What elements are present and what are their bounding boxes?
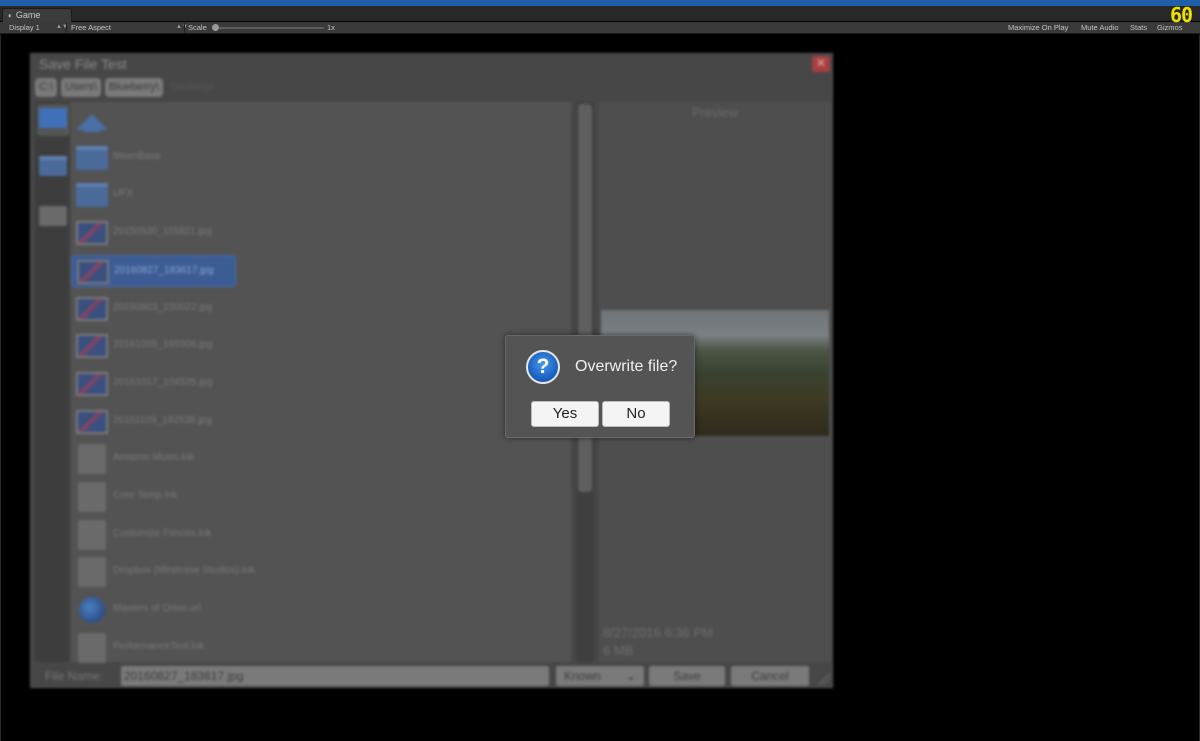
shortcut-file-icon — [78, 633, 106, 663]
list-item-label: 20161109_182638.jpg — [113, 415, 212, 426]
breadcrumb-c[interactable]: C:\ — [35, 78, 58, 97]
scale-value: 1x — [327, 23, 335, 32]
list-item-label: MeenBase — [113, 151, 161, 162]
shortcut-file-icon — [78, 520, 106, 550]
list-item[interactable]: 20160827_183617.jpg — [71, 255, 236, 287]
file-filter-value: Known — [564, 669, 601, 683]
close-button[interactable]: ✕ — [812, 56, 830, 72]
display-dropdown[interactable]: Display 1 — [9, 22, 40, 33]
image-file-icon — [77, 260, 109, 284]
question-icon: ? — [526, 350, 560, 384]
image-file-icon — [76, 221, 108, 245]
preview-size: 6 MB — [603, 643, 634, 658]
game-tab-icon: ◐ — [8, 11, 13, 20]
list-item[interactable]: UFX — [71, 179, 236, 211]
breadcrumb-users[interactable]: Users\ — [61, 78, 101, 97]
folder-icon — [39, 156, 67, 176]
list-item[interactable]: 20161005_165506.jpg — [71, 330, 236, 362]
list-item-label: 20150530_115821.jpg — [113, 226, 212, 237]
list-item-label: Masters of Orion.url — [113, 603, 201, 614]
toolbar-divider — [66, 23, 67, 33]
list-item-label: 20161005_165506.jpg — [113, 339, 213, 350]
list-item-label: PerformanceTest.lnk — [113, 641, 205, 652]
aspect-chevron-icon: ▲▼ — [176, 24, 188, 30]
game-tab-label: Game — [15, 10, 41, 20]
no-button[interactable]: No — [602, 401, 670, 427]
desktop-icon — [39, 108, 67, 128]
shortcut-file-icon — [78, 482, 106, 512]
preview-label: Preview — [691, 105, 739, 120]
preview-info: 8/27/2016 6:36 PM 6 MB — [603, 624, 713, 660]
breadcrumb: C:\ Users\ Blueberry\ Desktop\ — [35, 78, 222, 98]
resize-grip-icon[interactable] — [816, 671, 830, 685]
scale-label: Scale — [188, 23, 207, 32]
aspect-dropdown[interactable]: Free Aspect — [71, 22, 111, 33]
file-name-label: File Name: — [45, 669, 104, 683]
list-item[interactable]: Customize Fences.lnk — [71, 519, 236, 551]
up-arrow-icon — [76, 106, 108, 130]
fps-counter: 60 — [1170, 3, 1193, 27]
globe-icon — [79, 597, 105, 623]
overwrite-modal: ? Overwrite file? Yes No — [505, 335, 695, 438]
list-item[interactable]: Dropbox (Mindcase Studios).lnk — [71, 556, 255, 588]
image-file-icon — [76, 410, 108, 434]
list-item-label: Customize Fences.lnk — [113, 528, 212, 539]
list-item-label: 20161017_104525.jpg — [113, 377, 213, 388]
save-file-dialog: Save File Test ✕ C:\ Users\ Blueberry\ D… — [30, 53, 833, 688]
list-item[interactable]: PerformanceTest.lnk — [71, 632, 236, 664]
scale-slider-track[interactable] — [214, 27, 324, 29]
sidebar-item-drive[interactable] — [37, 202, 69, 234]
stats-toggle[interactable]: Stats — [1130, 22, 1147, 33]
maximize-on-play-toggle[interactable]: Maximize On Play — [1008, 22, 1068, 33]
list-item-label: 20160827_183617.jpg — [114, 265, 214, 276]
file-list: MeenBase UFX 20150530_115821.jpg 20160827_1… — [71, 102, 571, 664]
scale-slider-thumb[interactable] — [212, 24, 219, 31]
close-icon: ✕ — [815, 56, 827, 70]
list-item-label: Amazon Music.lnk — [113, 452, 195, 463]
toolbar-divider — [184, 23, 185, 33]
file-name-field[interactable]: 20160827_183617.jpg — [121, 666, 549, 686]
list-item-label: Core Temp.lnk — [113, 490, 178, 501]
folder-icon — [76, 146, 108, 170]
image-file-icon — [76, 297, 108, 321]
file-filter-dropdown[interactable]: Known ⌄ — [556, 666, 644, 686]
list-item-label: 20160903_150022.jpg — [113, 302, 213, 313]
sidebar-item-documents[interactable] — [37, 152, 69, 184]
chevron-down-icon: ⌄ — [625, 669, 636, 683]
list-item[interactable] — [71, 104, 236, 136]
list-item[interactable]: 20150530_115821.jpg — [71, 217, 236, 249]
shortcut-file-icon — [78, 557, 106, 587]
image-file-icon — [76, 334, 108, 358]
breadcrumb-desktop: Desktop\ — [170, 81, 215, 93]
dialog-footer: File Name: 20160827_183617.jpg Known ⌄ S… — [31, 665, 832, 687]
preview-date: 8/27/2016 6:36 PM — [603, 625, 713, 640]
list-item[interactable]: MeenBase — [71, 142, 236, 174]
list-item-label: Dropbox (Mindcase Studios).lnk — [113, 565, 255, 576]
drive-icon — [39, 206, 67, 226]
list-item[interactable]: 20161017_104525.jpg — [71, 368, 236, 400]
breadcrumb-blueberry[interactable]: Blueberry\ — [104, 78, 163, 97]
sidebar-item-desktop[interactable] — [37, 104, 69, 136]
folder-icon — [76, 183, 108, 207]
modal-message: Overwrite file? — [575, 358, 678, 375]
list-item[interactable]: Amazon Music.lnk — [71, 443, 236, 475]
save-button[interactable]: Save — [649, 666, 725, 686]
tab-strip — [0, 6, 1200, 21]
list-item[interactable]: Core Temp.lnk — [71, 481, 236, 513]
mute-audio-toggle[interactable]: Mute Audio — [1081, 22, 1119, 33]
dialog-title: Save File Test — [39, 56, 127, 72]
cancel-button[interactable]: Cancel — [731, 666, 809, 686]
shortcut-file-icon — [78, 444, 106, 474]
tab-game[interactable]: ◐ Game — [2, 8, 72, 22]
list-item[interactable]: 20161109_182638.jpg — [71, 406, 236, 438]
list-item[interactable]: Masters of Orion.url — [71, 594, 236, 626]
quick-access-sidebar — [35, 102, 69, 662]
image-file-icon — [76, 372, 108, 396]
list-item[interactable]: 20160903_150022.jpg — [71, 293, 236, 325]
yes-button[interactable]: Yes — [531, 401, 599, 427]
list-item-label: UFX — [113, 188, 133, 199]
game-toolbar: Display 1 ▲▼ Free Aspect ▲▼ Scale 1x Max… — [0, 22, 1200, 34]
